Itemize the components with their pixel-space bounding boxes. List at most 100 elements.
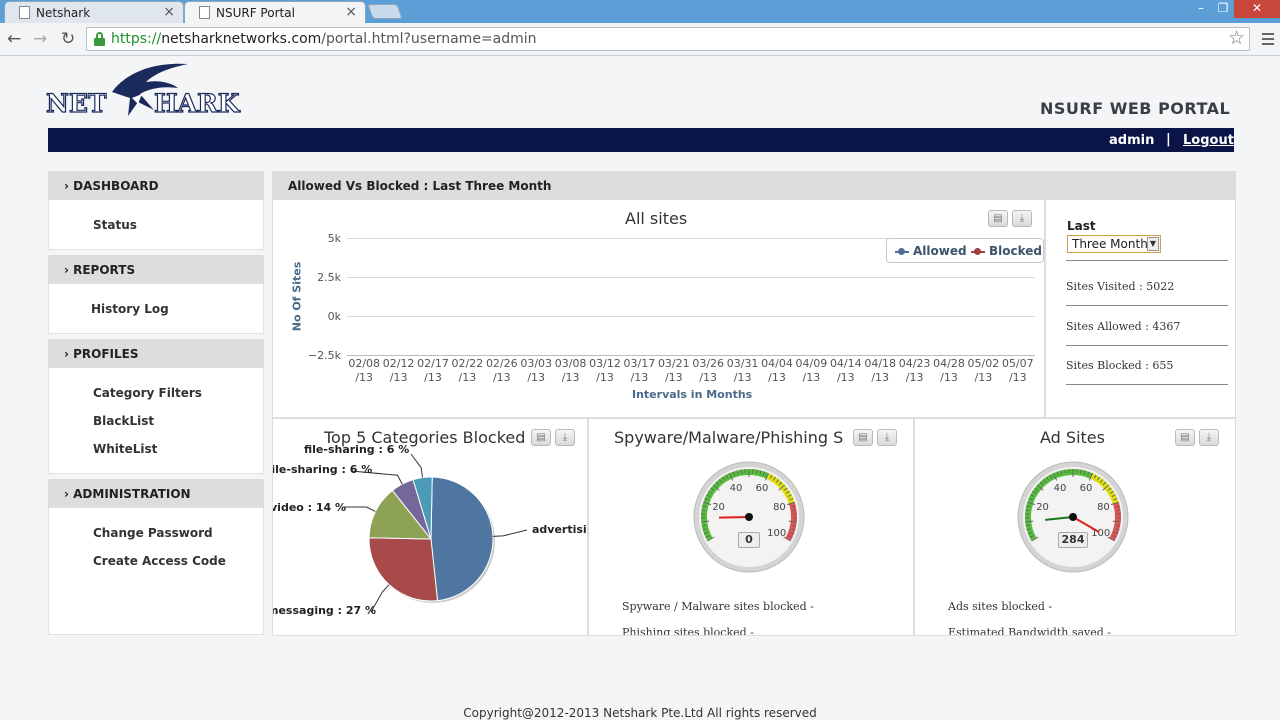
browser-tab-netshark[interactable]: Netshark × [4, 1, 184, 23]
gauge-tick-label: 80 [1097, 502, 1110, 513]
gauge-tick [1064, 469, 1067, 474]
close-tab-icon[interactable]: × [345, 4, 357, 20]
gauge-tick [1025, 509, 1030, 512]
spyware-panel: Spyware/Malware/Phishing S ▤ ⤓ 20 40 60 80 1… [588, 418, 914, 636]
filter-label: Last [1067, 219, 1096, 233]
divider [1066, 260, 1228, 261]
y-tick-label: 5k [327, 232, 341, 245]
sidebar-item-status[interactable]: Status [93, 218, 137, 232]
tab-label: NSURF Portal [216, 6, 295, 20]
window-close-button[interactable]: ✕ [1234, 0, 1280, 18]
x-tick-label: 03/31/13 [726, 357, 759, 384]
ad-sites-chart-title: Ad Sites [1040, 428, 1105, 447]
x-tick-label: 04/18/13 [864, 357, 897, 384]
y-tick-label: 0k [327, 310, 341, 323]
pie-slice[interactable] [430, 476, 494, 602]
browser-titlebar: Netshark × NSURF Portal × – ❐ ✕ [0, 0, 1280, 23]
gauge-tick [792, 509, 797, 512]
pie-label-messaging: messaging : 27 % [272, 604, 377, 617]
pie-connector [492, 529, 528, 537]
download-icon[interactable]: ⤓ [1012, 210, 1032, 227]
portal-title: NSURF WEB PORTAL [1040, 99, 1231, 118]
x-tick-label: 03/26/13 [692, 357, 725, 384]
close-tab-icon[interactable]: × [163, 4, 175, 20]
x-tick-label: 03/08/13 [554, 357, 587, 384]
back-arrow-icon[interactable]: ← [7, 29, 21, 49]
print-icon[interactable]: ▤ [853, 429, 873, 446]
x-tick-label: 05/07/13 [1001, 357, 1034, 384]
x-tick-label: 05/02/13 [967, 357, 1000, 384]
gauge-tick-label: 40 [1054, 483, 1067, 494]
legend-item-blocked[interactable]: Blocked [971, 244, 1042, 258]
sidebar-section-administration[interactable]: › ADMINISTRATION [48, 479, 264, 507]
pie-connector [342, 506, 376, 512]
x-tick-label: 02/26/13 [485, 357, 518, 384]
sidebar-item-category-filters[interactable]: Category Filters [93, 386, 202, 400]
gauge-tick-label: 60 [756, 483, 769, 494]
divider [1066, 345, 1228, 346]
sidebar-section-profiles[interactable]: › PROFILES [48, 339, 264, 367]
print-icon[interactable]: ▤ [1175, 429, 1195, 446]
x-tick-label: 04/09/13 [795, 357, 828, 384]
x-tick-label: 02/12/13 [382, 357, 415, 384]
url-text: https://netsharknetworks.com/portal.html… [111, 31, 537, 47]
print-icon[interactable]: ▤ [988, 210, 1008, 227]
minimize-button[interactable]: – [1190, 0, 1212, 18]
x-tick-label: 03/17/13 [623, 357, 656, 384]
download-icon[interactable]: ⤓ [877, 429, 897, 446]
sidebar-item-history-log[interactable]: History Log [91, 302, 169, 316]
x-tick-label: 04/04/13 [761, 357, 793, 384]
address-bar[interactable]: https://netsharknetworks.com/portal.html… [86, 27, 1250, 51]
y-tick-label: −2.5k [307, 349, 341, 362]
sites-blocked-stat: Sites Blocked : 655 [1066, 359, 1174, 372]
download-icon[interactable]: ⤓ [1199, 429, 1219, 446]
sidebar-item-change-password[interactable]: Change Password [93, 526, 213, 540]
pie-slice[interactable] [368, 537, 439, 602]
logout-link[interactable]: Logout [1183, 133, 1234, 148]
new-tab-button[interactable] [367, 4, 403, 19]
separator: | [1166, 132, 1171, 147]
sidebar-section-dashboard[interactable]: › DASHBOARD [48, 171, 264, 199]
ad-sites-panel: Ad Sites ▤ ⤓ 20 40 60 80 100 284 Ads sites b… [914, 418, 1236, 636]
menu-icon[interactable] [1262, 33, 1274, 48]
sidebar-item-blacklist[interactable]: BlackList [93, 414, 154, 428]
pie-label-file-sharing: file-sharing : 6 % [272, 463, 373, 476]
chart-legend: Allowed Blocked [886, 238, 1044, 263]
browser-tab-nsurf-portal[interactable]: NSURF Portal × [184, 1, 366, 23]
divider [1066, 384, 1228, 385]
page-icon [199, 6, 210, 19]
sidebar-panel-dashboard [48, 199, 264, 250]
gauge-tick-label: 60 [1080, 483, 1093, 494]
sites-visited-stat: Sites Visited : 5022 [1066, 280, 1175, 293]
x-tick-label: 03/03/13 [520, 357, 553, 384]
gridline [347, 316, 1035, 317]
reload-icon[interactable]: ↻ [61, 29, 75, 49]
browser-toolbar: ← → ↻ https://netsharknetworks.com/porta… [0, 23, 1280, 56]
gauge-needle [718, 516, 750, 519]
x-axis-line [347, 355, 1035, 356]
username-label: admin [1109, 133, 1155, 148]
maximize-button[interactable]: ❐ [1212, 0, 1234, 18]
chevron-down-icon: ▼ [1147, 237, 1159, 251]
phishing-sites-blocked-label: Phishing sites blocked - [622, 626, 754, 636]
spyware-sites-blocked-label: Spyware / Malware sites blocked - [622, 600, 814, 613]
sidebar-section-reports[interactable]: › REPORTS [48, 255, 264, 283]
bookmark-star-icon[interactable]: ☆ [1228, 27, 1245, 49]
legend-item-allowed[interactable]: Allowed [895, 244, 967, 258]
forward-arrow-icon[interactable]: → [33, 29, 47, 49]
spyware-gauge: 20 40 60 80 100 [693, 461, 805, 573]
ads-gauge-value: 284 [1058, 532, 1088, 548]
sidebar-item-whitelist[interactable]: WhiteList [93, 442, 157, 456]
time-range-select[interactable]: Three Month ▼ [1067, 235, 1161, 253]
gauge-tick-label: 80 [773, 502, 786, 513]
x-axis-label: Intervals in Months [632, 388, 753, 401]
gauge-tick-label: 20 [712, 502, 725, 513]
spyware-gauge-value: 0 [738, 532, 760, 548]
gauge-pivot [1069, 513, 1077, 521]
divider [1066, 305, 1228, 306]
sidebar-item-create-access-code[interactable]: Create Access Code [93, 554, 226, 568]
gauge-tick [1116, 509, 1121, 512]
x-tick-label: 04/28/13 [933, 357, 965, 384]
gauge-pivot [745, 513, 753, 521]
x-tick-label: 02/17/13 [417, 357, 449, 384]
